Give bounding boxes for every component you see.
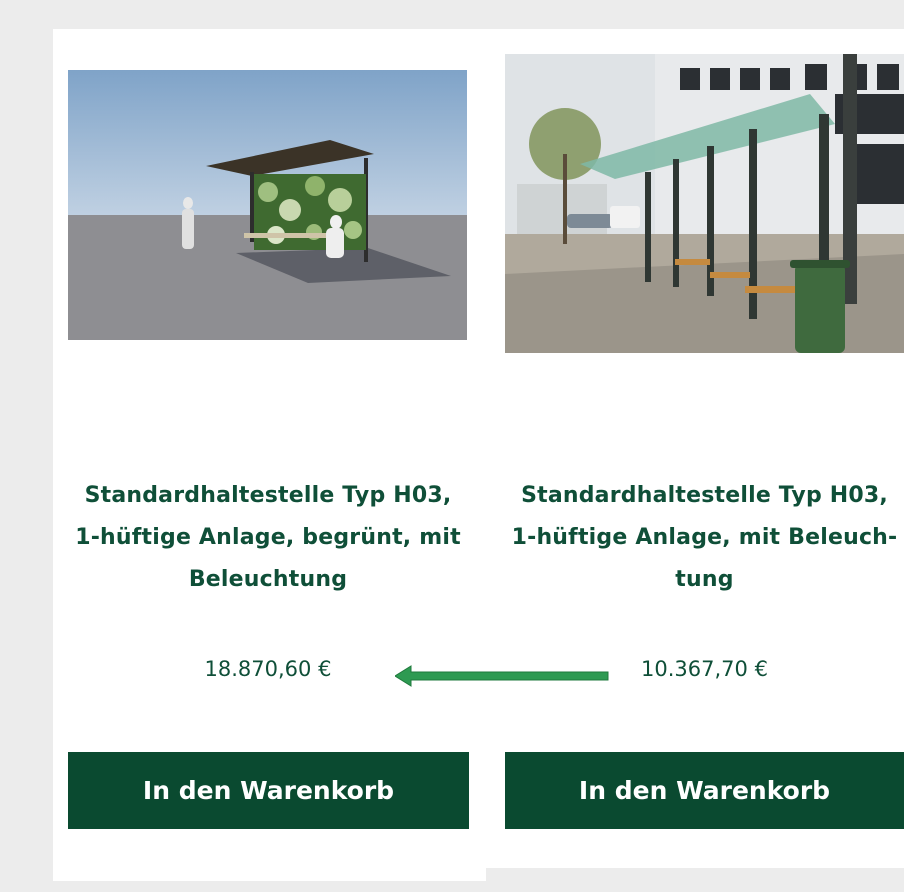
left-arrow-icon [395,665,609,687]
product-title-line: 1-hüftige Anlage, mit Beleuch- [511,525,898,550]
product-title-line: Beleuchtung [188,567,348,592]
product-title-line: 1-hüftige Anlage, begrünt, mit [75,525,461,550]
product-title-line: tung [675,567,734,592]
product-title[interactable]: Standardhaltestelle Typ H03, 1-hüftige A… [68,475,468,601]
product-title-line: Standardhaltestelle Typ H03, [521,483,888,508]
add-to-cart-button[interactable]: In den Warenkorb [68,752,469,829]
product-panel: Standardhaltestelle Typ H03, 1-hüftige A… [53,29,904,881]
product-title-line: Standardhaltestelle Typ H03, [84,483,452,508]
product-image-glass-shelter[interactable] [505,54,904,353]
product-title[interactable]: Standardhaltestelle Typ H03, 1-hüftige A… [505,475,904,601]
add-to-cart-button[interactable]: In den Warenkorb [505,752,904,829]
product-image-green-shelter[interactable] [68,70,467,340]
panel-background-gap [486,868,904,881]
